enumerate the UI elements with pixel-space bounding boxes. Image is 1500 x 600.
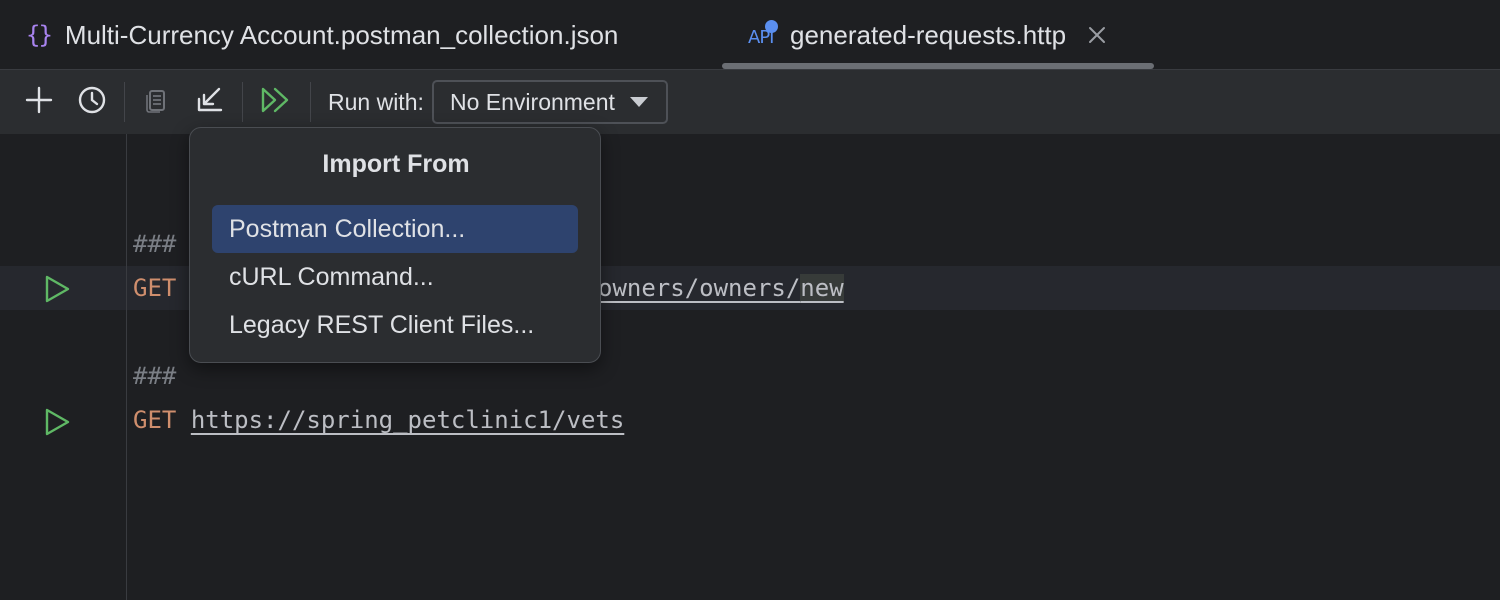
url-highlight: new — [800, 274, 844, 302]
editor-tab-bar: {} Multi-Currency Account.postman_collec… — [0, 0, 1500, 70]
tab-postman-collection[interactable]: {} Multi-Currency Account.postman_collec… — [26, 0, 618, 70]
import-icon — [195, 85, 225, 120]
toolbar-separator — [124, 82, 125, 122]
history-button[interactable] — [74, 84, 110, 120]
http-client-toolbar: Run with: No Environment — [0, 70, 1500, 134]
environment-value: No Environment — [450, 88, 615, 115]
request-separator: ### — [133, 362, 177, 390]
tab-generated-requests[interactable]: API generated-requests.http — [748, 0, 1106, 70]
popup-title: Import From — [322, 150, 470, 178]
url-text: owners/owners/ — [598, 274, 801, 302]
toolbar-separator — [310, 82, 311, 122]
request-line: GET https://spring_petclinic1/vets — [133, 406, 624, 434]
run-all-icon — [259, 85, 291, 120]
http-method: GET — [133, 406, 177, 434]
toolbar-separator — [242, 82, 243, 122]
run-all-button[interactable] — [257, 84, 293, 120]
menu-item-curl-command[interactable]: cURL Command... — [212, 253, 578, 301]
request-separator: ### — [133, 230, 177, 258]
run-request-icon[interactable] — [42, 407, 72, 437]
add-icon — [25, 86, 53, 119]
copy-icon — [143, 86, 171, 119]
history-icon — [77, 85, 107, 120]
menu-item-postman-collection[interactable]: Postman Collection... — [212, 205, 578, 253]
chevron-down-icon — [630, 97, 648, 107]
request-line: GET — [133, 274, 176, 302]
active-tab-indicator — [722, 63, 1154, 69]
add-request-button[interactable] — [21, 84, 57, 120]
tab-label: Multi-Currency Account.postman_collectio… — [64, 19, 619, 50]
http-method: GET — [133, 274, 177, 302]
menu-item-legacy-rest-client-files[interactable]: Legacy REST Client Files... — [212, 301, 578, 349]
import-from-popup: Import From Postman Collection... cURL C… — [189, 127, 601, 363]
copy-button[interactable] — [139, 84, 175, 120]
environment-select[interactable]: No Environment — [432, 80, 668, 124]
request-url[interactable]: https://spring_petclinic1/vets — [191, 406, 624, 434]
json-braces-icon: {} — [26, 21, 53, 49]
tab-label: generated-requests.http — [790, 19, 1067, 50]
http-api-icon: API — [748, 20, 778, 50]
request-url[interactable]: owners/owners/new — [598, 274, 844, 302]
run-with-label: Run with: — [328, 88, 424, 115]
close-icon[interactable] — [1088, 26, 1106, 44]
run-request-icon[interactable] — [42, 274, 72, 304]
import-button[interactable] — [192, 84, 228, 120]
gutter-divider — [126, 134, 127, 600]
